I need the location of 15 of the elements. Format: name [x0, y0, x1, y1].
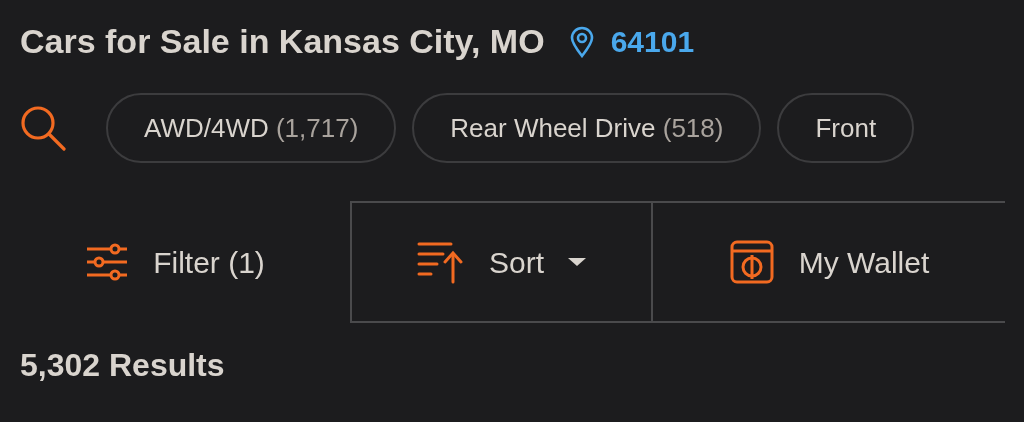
sliders-icon [85, 243, 130, 281]
caret-icon [568, 258, 586, 266]
toolbar-button[interactable]: Sort [350, 201, 651, 323]
toolbar-button[interactable]: My Wallet [651, 201, 1005, 323]
zip-code-link[interactable]: 64101 [610, 19, 695, 64]
filter-chip[interactable]: AWD/4WD (1,717) [106, 93, 397, 163]
toolbar-button[interactable]: Filter (1) [0, 201, 350, 323]
search-icon[interactable] [20, 105, 66, 151]
filter-chip[interactable]: Rear Wheel Drive (518) [412, 93, 762, 163]
filter-chip[interactable]: Front [777, 93, 915, 163]
page-title: Cars for Sale in Kansas City, MO [20, 21, 545, 62]
sort-icon [417, 240, 465, 284]
results-count: 5,302 Results [20, 346, 226, 385]
location-pin-icon [568, 25, 595, 58]
wallet-icon [728, 239, 775, 285]
